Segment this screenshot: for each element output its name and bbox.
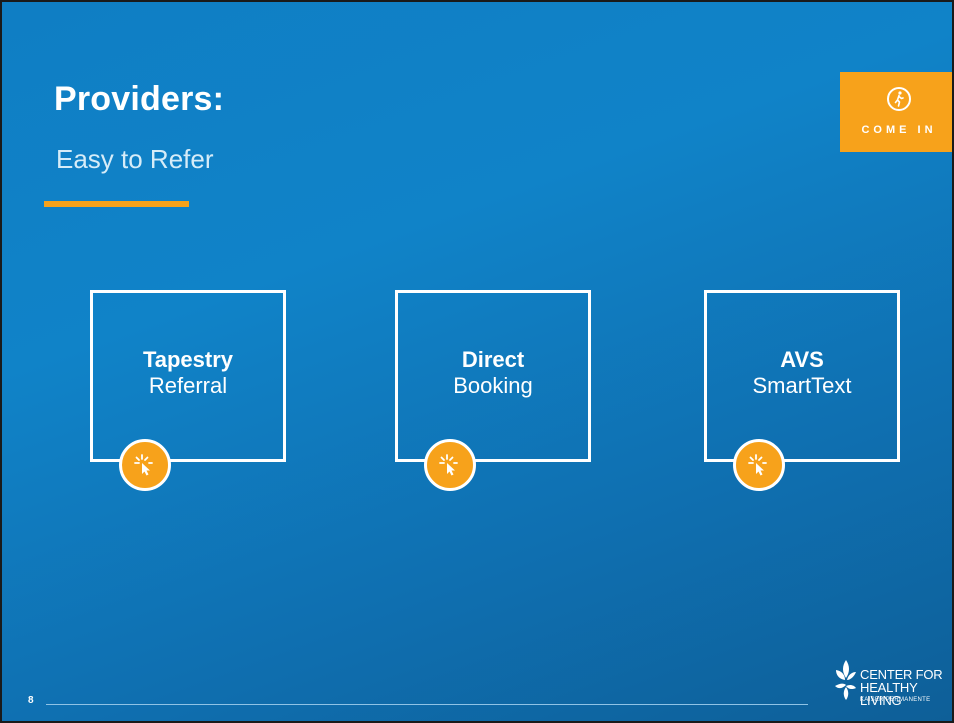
logo-line2: HEALTHY LIVING bbox=[860, 680, 918, 708]
click-cursor-icon[interactable] bbox=[424, 439, 476, 491]
logo-line3: KAISER PERMANENTE bbox=[860, 697, 931, 703]
card-title: Tapestry bbox=[142, 347, 234, 372]
flower-logo-icon bbox=[835, 660, 856, 700]
card-text: Tapestry Referral bbox=[93, 347, 283, 399]
center-for-healthy-living-logo: CENTER FOR HEALTHY LIVING KAISER PERMANE… bbox=[828, 654, 952, 714]
click-cursor-icon[interactable] bbox=[733, 439, 785, 491]
card-text: AVS SmartText bbox=[707, 347, 897, 399]
card-title: AVS bbox=[780, 347, 824, 372]
card-subtitle: Referral bbox=[148, 373, 228, 398]
card-subtitle: Booking bbox=[453, 373, 533, 398]
card-text: Direct Booking bbox=[398, 347, 588, 399]
slide-title: Providers: bbox=[54, 80, 225, 118]
walking-person-icon bbox=[886, 86, 912, 112]
click-cursor-icon[interactable] bbox=[119, 439, 171, 491]
slide: Providers: Easy to Refer COME IN Tapestr… bbox=[0, 0, 954, 723]
card-avs-smarttext[interactable]: AVS SmartText bbox=[704, 290, 900, 491]
footer-divider bbox=[46, 704, 808, 705]
accent-bar bbox=[44, 201, 189, 207]
come-in-badge: COME IN bbox=[840, 72, 952, 152]
card-title: Direct bbox=[461, 347, 525, 372]
card-tapestry-referral[interactable]: Tapestry Referral bbox=[90, 290, 286, 491]
slide-subtitle: Easy to Refer bbox=[56, 144, 214, 174]
badge-label: COME IN bbox=[861, 124, 937, 136]
card-subtitle: SmartText bbox=[752, 373, 852, 398]
card-direct-booking[interactable]: Direct Booking bbox=[395, 290, 591, 491]
page-number: 8 bbox=[28, 695, 34, 706]
